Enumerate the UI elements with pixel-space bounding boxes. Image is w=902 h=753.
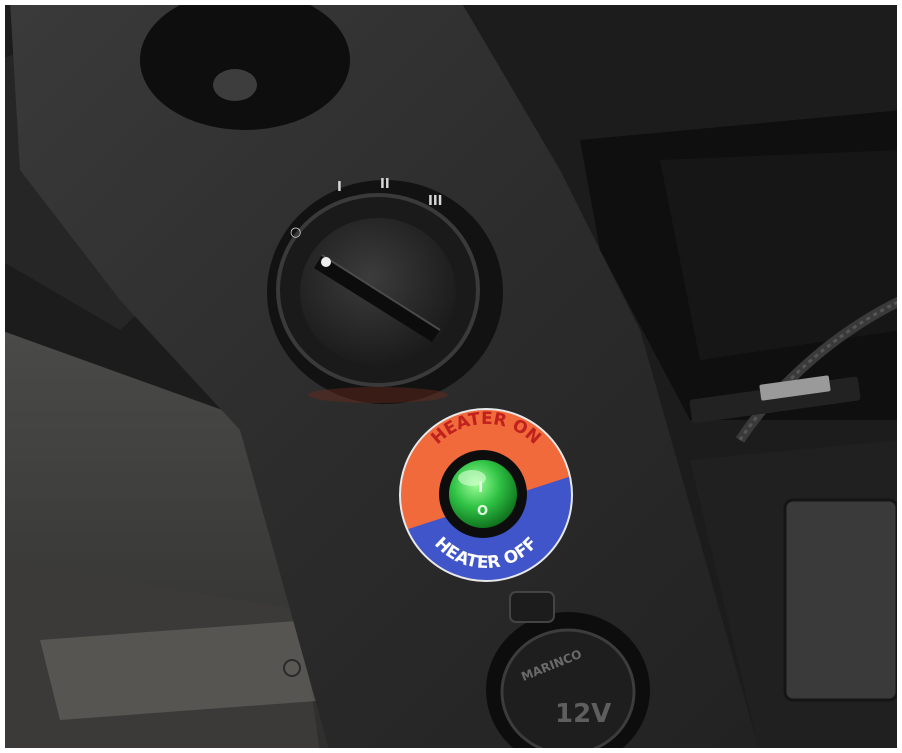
rocker-on-mark: I	[478, 480, 483, 496]
dial-mark-2: II	[380, 177, 390, 192]
heater-rocker-switch[interactable]: I O	[439, 450, 527, 538]
rocker-off-mark: O	[477, 504, 488, 519]
outlet-voltage-text: 12V	[555, 699, 611, 729]
dial-mark-off: ○	[290, 225, 301, 240]
fan-speed-dial[interactable]	[267, 180, 503, 404]
outlet-cap-hinge	[509, 591, 555, 623]
dial-mark-1: I	[337, 180, 342, 195]
dial-mark-3: III	[428, 194, 443, 209]
blank-switch-plate	[783, 498, 899, 702]
utv-dashboard-photo: ○ I II III HEATER ON HEATER OFF I O MARI…	[0, 0, 902, 753]
dial-indicator-dot	[321, 257, 331, 267]
